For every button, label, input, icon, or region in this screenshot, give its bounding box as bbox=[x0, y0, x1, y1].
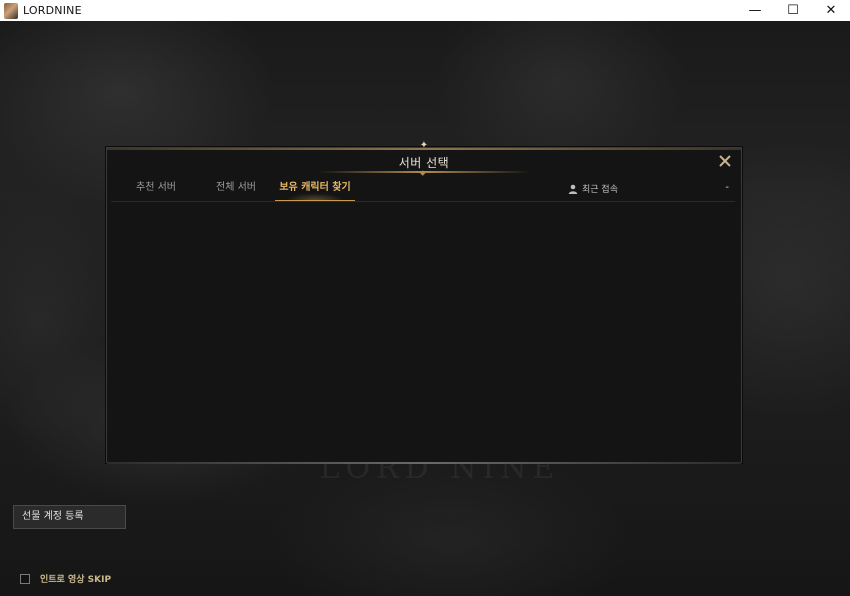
intro-skip-label: 인트로 영상 SKIP bbox=[40, 575, 112, 585]
recent-access: 최근 접속 bbox=[568, 182, 618, 195]
minimize-button[interactable]: — bbox=[736, 0, 774, 21]
window-controls: — ☐ ✕ bbox=[736, 0, 850, 21]
tab-recommended-servers[interactable]: 추천 서버 bbox=[123, 179, 189, 201]
dialog-bottom-border bbox=[107, 462, 741, 464]
gift-account-register-button[interactable]: 선물 계정 등록 bbox=[13, 505, 126, 529]
window-titlebar: LORDNINE — ☐ ✕ bbox=[0, 0, 850, 21]
recent-access-label: 최근 접속 bbox=[582, 185, 618, 195]
tabs-divider bbox=[111, 201, 735, 202]
server-select-dialog: ✦ 서버 선택 ◆ 추천 서버 전체 서버 보유 캐릭터 찾기 최근 접속 - bbox=[106, 141, 742, 464]
close-dialog-button[interactable] bbox=[717, 154, 733, 170]
ornament-small-icon: ◆ bbox=[420, 169, 426, 177]
tab-find-characters[interactable]: 보유 캐릭터 찾기 bbox=[275, 179, 355, 201]
intro-skip-checkbox[interactable] bbox=[20, 573, 30, 584]
ornament-icon: ✦ bbox=[419, 140, 429, 151]
close-icon bbox=[719, 155, 731, 167]
recent-access-value: - bbox=[725, 182, 729, 193]
tab-all-servers[interactable]: 전체 서버 bbox=[203, 179, 269, 201]
server-tabs: 추천 서버 전체 서버 보유 캐릭터 찾기 bbox=[111, 179, 735, 201]
maximize-button[interactable]: ☐ bbox=[774, 0, 812, 21]
game-background: LORD NINE ✦ 서버 선택 ◆ 추천 서버 전체 서버 보유 캐릭터 찾… bbox=[0, 21, 850, 596]
user-icon bbox=[568, 184, 578, 194]
dialog-header: ✦ 서버 선택 ◆ bbox=[107, 141, 741, 177]
window-title: LORDNINE bbox=[23, 4, 82, 17]
close-window-button[interactable]: ✕ bbox=[812, 0, 850, 21]
intro-skip-option: 인트로 영상 SKIP bbox=[20, 572, 111, 585]
app-icon bbox=[4, 2, 18, 19]
